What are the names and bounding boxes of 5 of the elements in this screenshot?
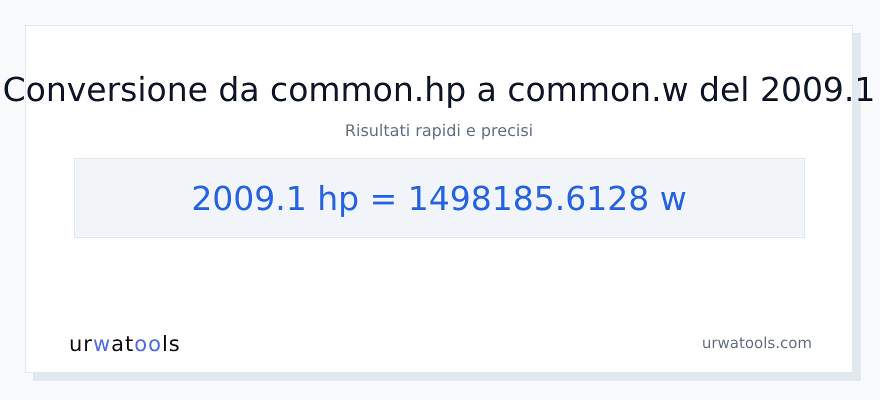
subtitle: Risultati rapidi e precisi [344,121,534,141]
result-text: 2009.1 hp = 1498185.6128 w [74,158,804,238]
logo: urwatools [69,332,181,356]
page-title: Conversione da common.hp a common.w del 2009.1 [2,72,876,108]
site-url: urwatools.com [702,334,812,352]
